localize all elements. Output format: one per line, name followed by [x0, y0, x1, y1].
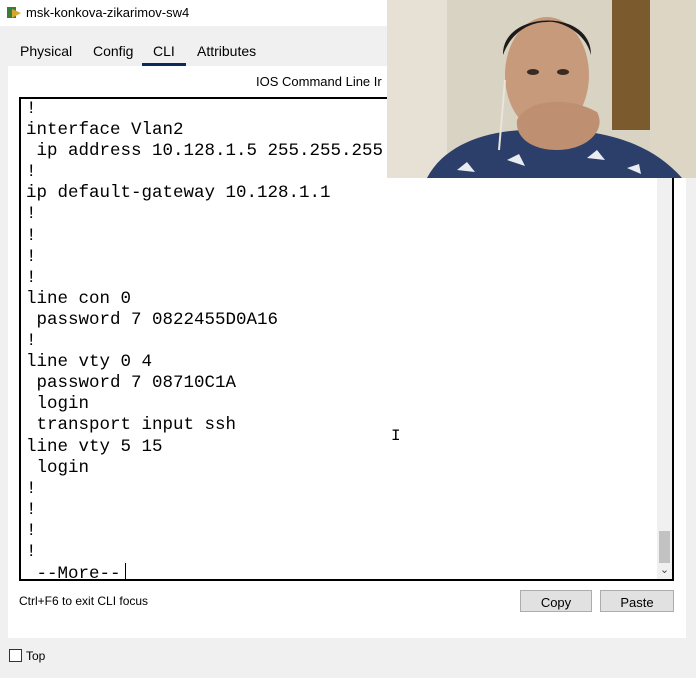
cli-line: !: [26, 162, 37, 183]
cli-line: !: [26, 499, 37, 520]
input-caret: [124, 563, 126, 579]
cli-line: line vty 5 15: [26, 436, 163, 457]
cli-panel-title: IOS Command Line Ir: [256, 74, 382, 89]
exit-cli-hint: Ctrl+F6 to exit CLI focus: [19, 594, 149, 608]
cli-line: !: [26, 99, 37, 119]
cli-output: ! interface Vlan2 ip address 10.128.1.5 2…: [26, 99, 384, 579]
paste-button[interactable]: Paste: [600, 590, 674, 612]
webcam-overlay: [387, 0, 696, 178]
text-cursor-icon: I: [391, 427, 401, 445]
cli-line: !: [26, 331, 37, 352]
cli-line: !: [26, 541, 37, 562]
tab-physical[interactable]: Physical: [20, 36, 72, 66]
top-checkbox-label: Top: [26, 649, 46, 663]
top-checkbox[interactable]: [9, 649, 22, 662]
cli-line: !: [26, 246, 37, 267]
scrollbar-thumb[interactable]: [659, 531, 670, 563]
cli-line: line con 0: [26, 288, 132, 309]
webcam-person-image: [387, 0, 696, 178]
cli-line: !: [26, 478, 37, 499]
packet-tracer-app-icon: [7, 7, 21, 18]
cli-line: ip address 10.128.1.5 255.255.255: [26, 141, 384, 162]
tab-cli[interactable]: CLI: [142, 36, 186, 66]
copy-button[interactable]: Copy: [520, 590, 592, 612]
cli-line: password 7 08710C1A: [26, 373, 237, 394]
tab-attributes[interactable]: Attributes: [197, 36, 256, 66]
cli-line: login: [26, 394, 90, 415]
top-option[interactable]: Top: [9, 648, 45, 664]
cli-line: login: [26, 457, 90, 478]
cli-line: !: [26, 267, 37, 288]
cli-line: !: [26, 520, 37, 541]
cli-line: --More--: [26, 563, 383, 579]
scroll-down-arrow-icon[interactable]: ⌄: [659, 563, 670, 577]
cli-line: transport input ssh: [26, 415, 237, 436]
cli-line: !: [26, 204, 37, 225]
cli-line: line vty 0 4: [26, 352, 153, 373]
cli-line: interface Vlan2: [26, 120, 184, 141]
cli-line: !: [26, 225, 37, 246]
tab-config[interactable]: Config: [93, 36, 133, 66]
cli-line: ip default-gateway 10.128.1.1: [26, 183, 331, 204]
window-title: msk-konkova-zikarimov-sw4: [26, 5, 190, 20]
cli-line: password 7 0822455D0A16: [26, 309, 279, 330]
